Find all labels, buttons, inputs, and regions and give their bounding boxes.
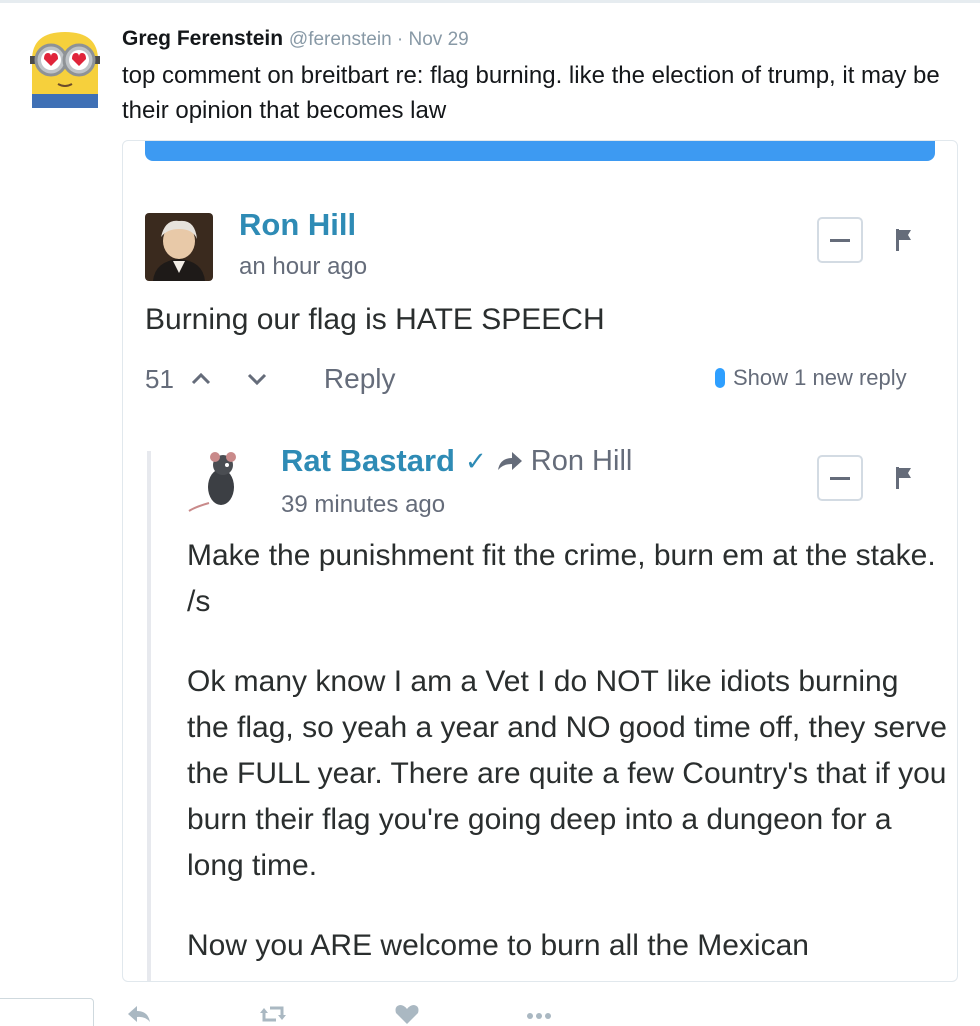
reply-avatar[interactable] [185, 445, 257, 517]
commenter-avatar[interactable] [145, 213, 213, 281]
commenter-name[interactable]: Ron Hill [239, 207, 356, 243]
author-name[interactable]: Greg Ferenstein [122, 27, 283, 50]
more-icon[interactable] [524, 1002, 554, 1026]
author-handle-date[interactable]: @ferenstein · Nov 29 [289, 29, 469, 50]
upvote-icon[interactable] [190, 372, 212, 386]
reply-paragraph: Make the punishment fit the crime, burn … [187, 539, 936, 618]
like-icon[interactable] [392, 1002, 422, 1026]
flag-icon[interactable] [893, 465, 915, 491]
comment-actions: 51 Reply [145, 359, 396, 399]
reply-icon[interactable] [124, 1002, 154, 1026]
collapse-button[interactable] [817, 217, 863, 263]
vote-count: 51 [145, 363, 174, 394]
tweet-header: Greg Ferenstein @ferenstein · Nov 29 [122, 26, 469, 53]
in-reply-to[interactable]: Ron Hill [531, 445, 633, 478]
minus-icon [830, 238, 850, 242]
comment-body: Burning our flag is HATE SPEECH [145, 303, 605, 336]
minus-icon [830, 476, 850, 480]
reply-author-name[interactable]: Rat Bastard [281, 443, 455, 479]
embedded-image-card[interactable]: Ron Hill an hour ago Burning our flag is… [122, 140, 958, 982]
author-avatar[interactable] [24, 26, 106, 108]
comment-time[interactable]: an hour ago [239, 253, 367, 281]
accent-bar [145, 141, 935, 161]
reply-arrow-icon [497, 452, 522, 470]
new-reply-indicator [715, 368, 725, 388]
reply-paragraph: Now you ARE welcome to burn all the Mexi… [187, 929, 809, 962]
flag-icon[interactable] [893, 227, 915, 253]
collapse-reply-button[interactable] [817, 455, 863, 501]
reply-paragraph: Ok many know I am a Vet I do NOT like id… [187, 665, 947, 882]
reply-input[interactable] [0, 998, 94, 1026]
retweet-icon[interactable] [258, 1002, 288, 1026]
top-divider [0, 0, 980, 3]
reply-button[interactable]: Reply [324, 363, 396, 395]
reply-time[interactable]: 39 minutes ago [281, 491, 445, 519]
tweet-text: top comment on breitbart re: flag burnin… [122, 62, 940, 124]
reply-body: Make the punishment fit the crime, burn … [187, 533, 947, 981]
show-new-reply-link[interactable]: Show 1 new reply [715, 365, 907, 391]
verified-check: ✓ [465, 445, 487, 476]
reply-header: Rat Bastard ✓ Ron Hill [281, 443, 632, 479]
show-new-reply-label: Show 1 new reply [733, 365, 907, 390]
thread-line [147, 451, 151, 981]
downvote-icon[interactable] [246, 372, 268, 386]
